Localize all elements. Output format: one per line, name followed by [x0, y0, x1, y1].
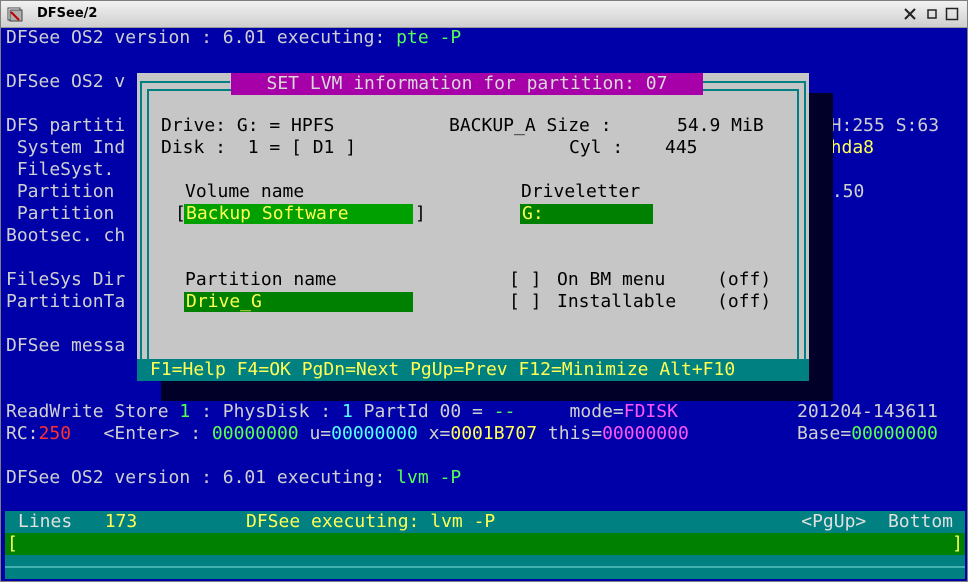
- command-bracket-right: ]: [952, 533, 963, 554]
- window-title: DFSee/2: [37, 6, 98, 21]
- console-line-7: Partition: [6, 203, 115, 224]
- bm-menu-state: (off): [717, 269, 772, 290]
- dialog-title: SET LVM information for partition: 07: [231, 73, 703, 95]
- scroll-position[interactable]: <PgUp> Bottom: [801, 511, 953, 533]
- bm-menu-checkbox[interactable]: [ ]: [509, 269, 542, 291]
- console-line-9: FileSys Dir: [6, 269, 126, 290]
- bm-menu-label: On BM menu: [557, 269, 666, 290]
- volume-name-label: Volume name: [185, 181, 305, 202]
- cyl-label: Cyl :: [569, 137, 624, 158]
- console-line-4: System Ind: [6, 137, 126, 158]
- executing-status: DFSee executing: lvm -P: [246, 511, 496, 532]
- dfsee-window: DFSee/2 DFSee OS2 version : 6.01 executi…: [0, 0, 968, 582]
- lvm-dialog: SET LVM information for partition: 07 Dr…: [137, 73, 809, 381]
- rc-status-line: RC:250 <Enter> : 00000000 u=00000000 x=0…: [6, 423, 689, 444]
- dialog-frame-top-right: [703, 81, 806, 83]
- dialog-keys-help: F1=Help F4=OK PgDn=Next PgUp=Prev F12=Mi…: [137, 359, 809, 381]
- size-label: BACKUP_A Size :: [449, 115, 612, 136]
- store-status-line: ReadWrite Store 1 : PhysDisk : 1 PartId …: [6, 401, 678, 422]
- volume-name-field[interactable]: Backup Software: [184, 204, 413, 224]
- dialog-frame-top-left: [140, 81, 230, 83]
- partition-name-label: Partition name: [185, 269, 337, 290]
- driveletter-field[interactable]: G:: [520, 204, 653, 224]
- title-bar[interactable]: DFSee/2: [1, 1, 967, 28]
- bottom-strip: [5, 555, 965, 579]
- base-status: Base=00000000: [797, 423, 938, 444]
- timestamp: 201204-143611: [797, 401, 938, 422]
- console-last-line: DFSee OS2 version : 6.01 executing: lvm …: [6, 467, 462, 488]
- console-line-2: DFSee OS2 v: [6, 71, 126, 92]
- console-line-6: Partition: [6, 181, 115, 202]
- cyl-value: 445: [665, 137, 698, 158]
- drive-info: Drive: G: = HPFS: [161, 115, 335, 136]
- restore-icon[interactable]: [925, 7, 939, 21]
- console-line-8: Bootsec. ch: [6, 225, 126, 246]
- console-line-5: FileSyst.: [6, 159, 115, 180]
- driveletter-label: Driveletter: [521, 181, 641, 202]
- command-bracket-left: [: [7, 533, 18, 554]
- command-input[interactable]: [ ]: [5, 533, 965, 555]
- console-line-1: DFSee OS2 version : 6.01 executing: pte …: [6, 27, 462, 48]
- installable-checkbox[interactable]: [ ]: [509, 291, 542, 313]
- app-icon[interactable]: [7, 6, 23, 22]
- console-line-3: DFS partiti: [6, 115, 126, 136]
- maximize-icon[interactable]: [945, 7, 959, 21]
- console-line-11: DFSee messa: [6, 335, 126, 356]
- size-value: 54.9 MiB: [677, 115, 764, 136]
- lines-counter: Lines 173: [18, 511, 138, 532]
- bottom-status-bar: Lines 173 DFSee executing: lvm -P <PgUp>…: [5, 511, 965, 533]
- installable-label: Installable: [557, 291, 677, 312]
- close-icon[interactable]: [903, 7, 917, 21]
- bottom-divider: [5, 566, 965, 568]
- console-line-10: PartitionTa: [6, 291, 126, 312]
- disk-info: Disk : 1 = [ D1 ]: [161, 137, 357, 158]
- partition-name-field[interactable]: Drive_G: [184, 292, 413, 312]
- installable-state: (off): [717, 291, 772, 312]
- volume-bracket-right: ]: [415, 203, 426, 224]
